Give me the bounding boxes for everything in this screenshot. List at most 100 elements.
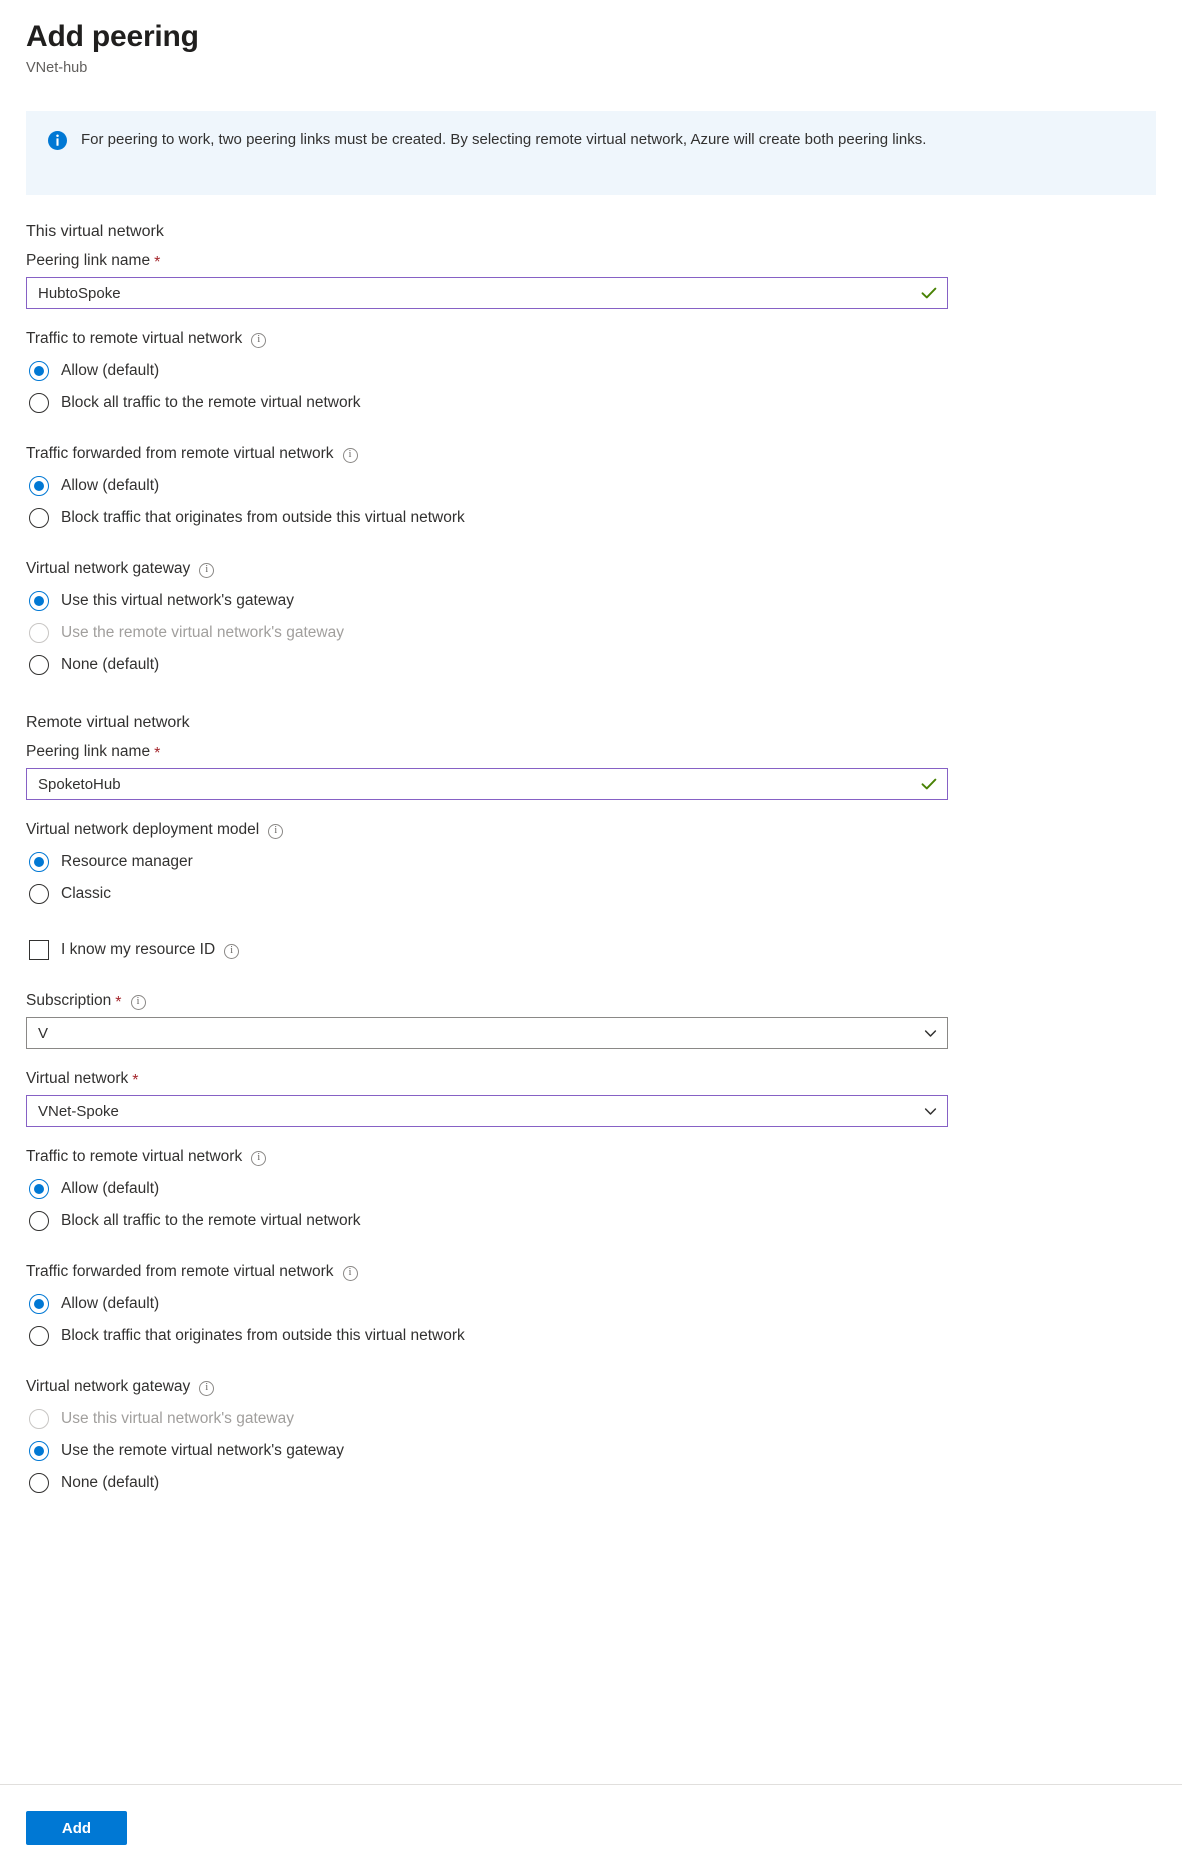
radio-label: Resource manager — [61, 853, 193, 870]
radio-mark-icon — [29, 508, 49, 528]
required-asterisk: * — [154, 254, 161, 271]
page-title: Add peering — [26, 20, 199, 53]
radio-label: None (default) — [61, 656, 160, 673]
local-traffic-forwarded-group: Allow (default) Block traffic that origi… — [26, 470, 1156, 534]
radio-mark-icon — [29, 476, 49, 496]
radio-deployment-classic[interactable]: Classic — [26, 878, 1156, 910]
radio-mark-icon — [29, 1211, 49, 1231]
radio-mark-icon — [29, 1409, 49, 1429]
info-icon[interactable]: i — [224, 943, 240, 959]
local-peering-link-name-input[interactable] — [26, 277, 948, 309]
remote-traffic-forwarded-group: Allow (default) Block traffic that origi… — [26, 1288, 1156, 1352]
radio-label: Block traffic that originates from outsi… — [61, 509, 465, 526]
radio-mark-icon — [29, 591, 49, 611]
label-text: Traffic to remote virtual network — [26, 330, 243, 347]
peering-form: This virtual network Peering link name *… — [0, 221, 1182, 1499]
local-traffic-to-remote-label: Traffic to remote virtual network i — [26, 328, 1156, 350]
virtual-network-select-wrap: VNet-Spoke — [26, 1095, 948, 1127]
local-peering-link-name-label: Peering link name * — [26, 250, 1156, 272]
required-asterisk: * — [115, 994, 122, 1011]
page-header: Add peering VNet-hub — [0, 0, 1182, 78]
know-resource-id-checkbox[interactable]: I know my resource ID i — [26, 934, 1156, 966]
remote-section-title: Remote virtual network — [26, 714, 190, 731]
local-section-title: This virtual network — [26, 223, 164, 240]
info-icon[interactable]: i — [251, 332, 267, 348]
radio-remote-gateway-remote[interactable]: Use the remote virtual network's gateway — [26, 1435, 1156, 1467]
deployment-model-label: Virtual network deployment model i — [26, 819, 1156, 841]
radio-local-gateway-none[interactable]: None (default) — [26, 649, 1156, 681]
radio-remote-forwarded-allow[interactable]: Allow (default) — [26, 1288, 1156, 1320]
checkbox-mark-icon — [29, 940, 49, 960]
label-text: Subscription — [26, 992, 112, 1009]
radio-mark-icon — [29, 655, 49, 675]
label-text: Traffic forwarded from remote virtual ne… — [26, 445, 334, 462]
checkbox-label-wrap: I know my resource ID i — [61, 941, 240, 959]
radio-label: Use this virtual network's gateway — [61, 592, 294, 609]
subscription-label: Subscription * i — [26, 990, 1156, 1012]
remote-gateway-group: Use this virtual network's gateway Use t… — [26, 1403, 1156, 1499]
radio-mark-icon — [29, 852, 49, 872]
subscription-selected-value: V — [38, 1024, 49, 1042]
radio-mark-icon — [29, 1294, 49, 1314]
label-text: Traffic forwarded from remote virtual ne… — [26, 1263, 334, 1280]
radio-local-forwarded-block[interactable]: Block traffic that originates from outsi… — [26, 502, 1156, 534]
local-gateway-group: Use this virtual network's gateway Use t… — [26, 585, 1156, 681]
remote-gateway-label: Virtual network gateway i — [26, 1376, 1156, 1398]
remote-peering-link-name-wrap — [26, 768, 948, 800]
radio-mark-icon — [29, 1179, 49, 1199]
add-peering-page: Add peering VNet-hub For peering to work… — [0, 0, 1182, 1867]
radio-label: Allow (default) — [61, 362, 160, 379]
info-circle-icon — [48, 131, 67, 150]
subscription-select[interactable]: V — [26, 1017, 948, 1049]
remote-peering-link-name-input[interactable] — [26, 768, 948, 800]
info-icon[interactable]: i — [130, 994, 146, 1010]
local-traffic-to-remote-group: Allow (default) Block all traffic to the… — [26, 355, 1156, 419]
label-text: Traffic to remote virtual network — [26, 1148, 243, 1165]
radio-local-forwarded-allow[interactable]: Allow (default) — [26, 470, 1156, 502]
radio-label: Allow (default) — [61, 1295, 160, 1312]
required-asterisk: * — [154, 745, 161, 762]
local-gateway-label: Virtual network gateway i — [26, 558, 1156, 580]
radio-remote-gateway-none[interactable]: None (default) — [26, 1467, 1156, 1499]
radio-local-traffic-block[interactable]: Block all traffic to the remote virtual … — [26, 387, 1156, 419]
remote-traffic-to-remote-group: Allow (default) Block all traffic to the… — [26, 1173, 1156, 1237]
info-icon[interactable]: i — [268, 823, 284, 839]
radio-mark-icon — [29, 1326, 49, 1346]
remote-peering-link-name-label: Peering link name * — [26, 741, 1156, 763]
radio-label: Allow (default) — [61, 1180, 160, 1197]
page-subtitle: VNet-hub — [26, 60, 88, 76]
radio-label: Block traffic that originates from outsi… — [61, 1327, 465, 1344]
radio-local-traffic-allow[interactable]: Allow (default) — [26, 355, 1156, 387]
subscription-select-wrap: V — [26, 1017, 948, 1049]
info-banner: For peering to work, two peering links m… — [26, 111, 1156, 195]
virtual-network-select[interactable]: VNet-Spoke — [26, 1095, 948, 1127]
info-icon[interactable]: i — [199, 562, 215, 578]
radio-mark-icon — [29, 1441, 49, 1461]
radio-label: None (default) — [61, 1474, 160, 1491]
radio-remote-forwarded-block[interactable]: Block traffic that originates from outsi… — [26, 1320, 1156, 1352]
radio-label: Use this virtual network's gateway — [61, 1410, 294, 1427]
info-icon[interactable]: i — [342, 447, 358, 463]
remote-traffic-to-remote-label: Traffic to remote virtual network i — [26, 1146, 1156, 1168]
radio-label: Classic — [61, 885, 111, 902]
required-asterisk: * — [132, 1072, 139, 1089]
info-icon[interactable]: i — [251, 1150, 267, 1166]
info-icon[interactable]: i — [342, 1265, 358, 1281]
radio-deployment-resource-manager[interactable]: Resource manager — [26, 846, 1156, 878]
radio-label: Use the remote virtual network's gateway — [61, 624, 344, 641]
radio-remote-traffic-allow[interactable]: Allow (default) — [26, 1173, 1156, 1205]
label-text: Peering link name — [26, 252, 151, 269]
label-text: Peering link name — [26, 743, 151, 760]
remote-traffic-forwarded-label: Traffic forwarded from remote virtual ne… — [26, 1261, 1156, 1283]
radio-mark-icon — [29, 393, 49, 413]
deployment-model-group: Resource manager Classic — [26, 846, 1156, 910]
radio-remote-traffic-block[interactable]: Block all traffic to the remote virtual … — [26, 1205, 1156, 1237]
footer-actions: Add — [26, 1811, 127, 1845]
radio-label: Allow (default) — [61, 477, 160, 494]
virtual-network-selected-value: VNet-Spoke — [38, 1102, 119, 1120]
radio-label: Use the remote virtual network's gateway — [61, 1442, 344, 1459]
radio-label: Block all traffic to the remote virtual … — [61, 1212, 361, 1229]
info-icon[interactable]: i — [199, 1380, 215, 1396]
radio-local-gateway-this[interactable]: Use this virtual network's gateway — [26, 585, 1156, 617]
add-button[interactable]: Add — [26, 1811, 127, 1845]
